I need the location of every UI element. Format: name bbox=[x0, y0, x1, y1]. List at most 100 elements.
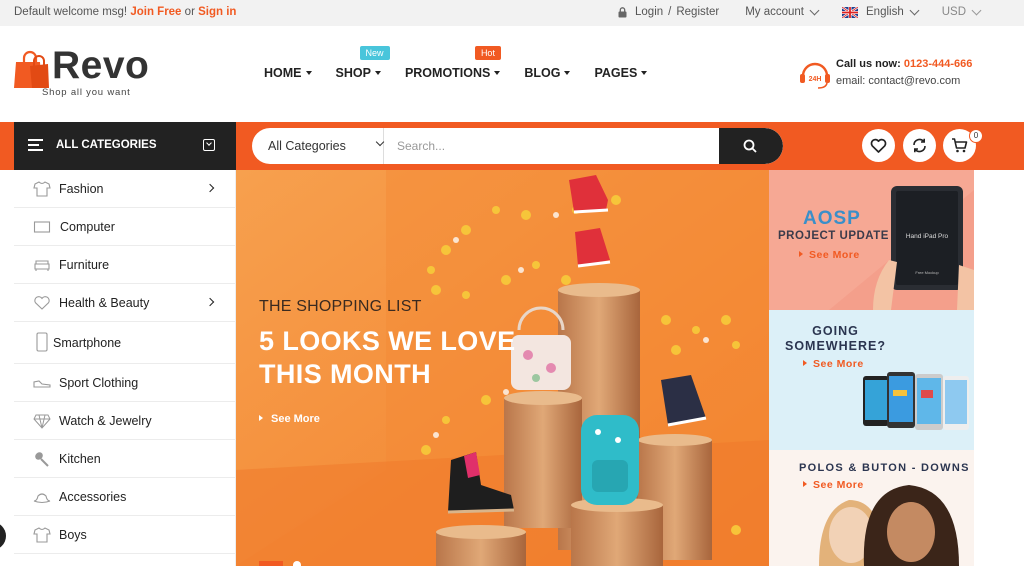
spatula-icon bbox=[35, 452, 49, 467]
cart-count-badge: 0 bbox=[969, 129, 983, 143]
promo-see-more-link[interactable]: See More bbox=[799, 249, 860, 261]
category-item-computer[interactable]: Computer bbox=[14, 208, 235, 246]
top-bar: Default welcome msg! Join Free or Sign i… bbox=[0, 0, 1024, 26]
welcome-message: Default welcome msg! Join Free or Sign i… bbox=[14, 6, 236, 18]
heart-icon bbox=[34, 296, 50, 310]
promo-title: POLOS & BUTON - DOWNS bbox=[799, 462, 970, 474]
sofa-icon bbox=[34, 260, 50, 271]
language-dropdown[interactable]: English bbox=[842, 5, 920, 18]
currency-dropdown[interactable]: USD bbox=[941, 5, 982, 18]
search-input[interactable] bbox=[385, 128, 719, 164]
search-form: All Categories bbox=[252, 128, 783, 164]
category-item-accessories[interactable]: Accessories bbox=[14, 478, 235, 516]
promo-subtitle: PROJECT UPDATE bbox=[778, 230, 889, 242]
category-label: Smartphone bbox=[53, 335, 122, 350]
chevron-down-icon bbox=[909, 5, 920, 15]
nav-item-blog[interactable]: BLOG bbox=[524, 66, 571, 80]
chevron-right-icon bbox=[205, 183, 215, 193]
brand-name: Revo bbox=[52, 44, 150, 87]
promo-aosp[interactable]: Hand iPad Pro Free Mockup AOSP PROJECT U… bbox=[769, 170, 974, 310]
category-item-watch-jewelry[interactable]: Watch & Jewelry bbox=[14, 402, 235, 440]
top-bar-right: Login / Register My account English USD bbox=[618, 5, 982, 18]
promo-title: GOING SOMEWHERE? bbox=[785, 324, 886, 353]
category-label: Furniture bbox=[59, 257, 110, 272]
promo-polos[interactable]: POLOS & BUTON - DOWNS See More bbox=[769, 450, 974, 566]
category-item-smartphone[interactable]: Smartphone bbox=[14, 322, 235, 364]
chevron-down-icon bbox=[809, 5, 820, 15]
my-account-dropdown[interactable]: My account bbox=[745, 5, 820, 18]
nav-item-shop[interactable]: New SHOP bbox=[335, 46, 390, 80]
shirt-icon bbox=[33, 527, 51, 543]
my-account-label: My account bbox=[745, 6, 804, 18]
or-text: or bbox=[184, 6, 195, 18]
promo-going-somewhere[interactable]: GOING SOMEWHERE? See More bbox=[769, 310, 974, 450]
category-item-fashion[interactable]: Fashion bbox=[14, 170, 235, 208]
shopping-bag-icon bbox=[14, 50, 49, 88]
hat-icon bbox=[33, 493, 51, 504]
lock-icon bbox=[618, 6, 627, 17]
nav-label: PAGES bbox=[594, 66, 638, 80]
caret-down-icon bbox=[374, 71, 381, 75]
phone-number[interactable]: 0123-444-666 bbox=[904, 58, 973, 70]
join-free-link[interactable]: Join Free bbox=[130, 6, 181, 18]
chevron-down-icon bbox=[375, 137, 385, 147]
tablet-screen-subtext: Free Mockup bbox=[915, 270, 939, 275]
nav-label: PROMOTIONS bbox=[404, 66, 491, 80]
category-item-boys[interactable]: Boys bbox=[14, 516, 235, 554]
nav-label: BLOG bbox=[524, 66, 561, 80]
all-categories-label: ALL CATEGORIES bbox=[56, 139, 157, 151]
brand-logo[interactable]: Revo Shop all you want bbox=[14, 44, 154, 100]
diamond-icon bbox=[33, 414, 51, 429]
wishlist-button[interactable] bbox=[862, 129, 895, 162]
nav-item-promotions[interactable]: Hot PROMOTIONS bbox=[404, 46, 501, 80]
promo-see-more-link[interactable]: See More bbox=[803, 479, 864, 491]
refresh-icon bbox=[913, 138, 926, 153]
hero-banner[interactable]: THE SHOPPING LIST 5 LOOKS WE LOVE THIS M… bbox=[236, 170, 769, 566]
category-item-kitchen[interactable]: Kitchen bbox=[14, 440, 235, 478]
shirt-icon bbox=[33, 181, 51, 197]
caret-down-icon bbox=[641, 71, 648, 75]
banner-headline: 5 LOOKS WE LOVE THIS MONTH bbox=[259, 326, 516, 389]
nav-label: HOME bbox=[264, 66, 302, 80]
currency-label: USD bbox=[941, 6, 966, 18]
language-label: English bbox=[866, 6, 904, 18]
side-tab[interactable] bbox=[0, 522, 6, 550]
category-label: Health & Beauty bbox=[59, 295, 150, 310]
cart-icon bbox=[952, 138, 968, 153]
compare-button[interactable] bbox=[903, 129, 936, 162]
category-select[interactable]: All Categories bbox=[252, 128, 385, 164]
site-header: Revo Shop all you want HOME New SHOP Hot… bbox=[0, 26, 1024, 122]
category-item-health-beauty[interactable]: Health & Beauty bbox=[14, 284, 235, 322]
new-badge: New bbox=[359, 46, 390, 60]
category-label: Fashion bbox=[59, 181, 104, 196]
nav-item-home[interactable]: HOME bbox=[264, 66, 312, 80]
category-item-sport-clothing[interactable]: Sport Clothing bbox=[14, 364, 235, 402]
smartphone-icon bbox=[36, 332, 48, 352]
sign-in-link[interactable]: Sign in bbox=[198, 6, 236, 18]
monitor-icon bbox=[33, 221, 51, 233]
slider-dot[interactable] bbox=[293, 561, 301, 566]
slider-dot-active[interactable] bbox=[259, 561, 283, 566]
welcome-text: Default welcome msg! bbox=[14, 6, 128, 18]
category-label: Kitchen bbox=[59, 451, 101, 466]
chevron-right-icon bbox=[205, 297, 215, 307]
contact-email[interactable]: email: contact@revo.com bbox=[836, 75, 960, 87]
chevron-down-icon bbox=[971, 5, 982, 15]
main-nav: HOME New SHOP Hot PROMOTIONS BLOG PAGES bbox=[264, 46, 671, 80]
category-label: Computer bbox=[60, 219, 115, 234]
uk-flag-icon bbox=[842, 6, 858, 18]
search-button[interactable] bbox=[719, 128, 783, 164]
promo-see-more-link[interactable]: See More bbox=[803, 358, 864, 370]
register-link[interactable]: Register bbox=[676, 6, 719, 18]
banner-see-more-link[interactable]: See More bbox=[259, 413, 320, 425]
nav-label: SHOP bbox=[335, 66, 371, 80]
category-sidebar: Fashion Computer Furniture Health & Beau… bbox=[14, 170, 236, 566]
hot-badge: Hot bbox=[474, 46, 501, 60]
login-link[interactable]: Login bbox=[635, 6, 663, 18]
promo-title: AOSP bbox=[803, 208, 861, 229]
all-categories-toggle[interactable]: ALL CATEGORIES bbox=[14, 122, 236, 170]
headset-24h-icon: 24H bbox=[800, 62, 830, 89]
category-label: Watch & Jewelry bbox=[59, 413, 152, 428]
category-item-furniture[interactable]: Furniture bbox=[14, 246, 235, 284]
nav-item-pages[interactable]: PAGES bbox=[594, 66, 648, 80]
